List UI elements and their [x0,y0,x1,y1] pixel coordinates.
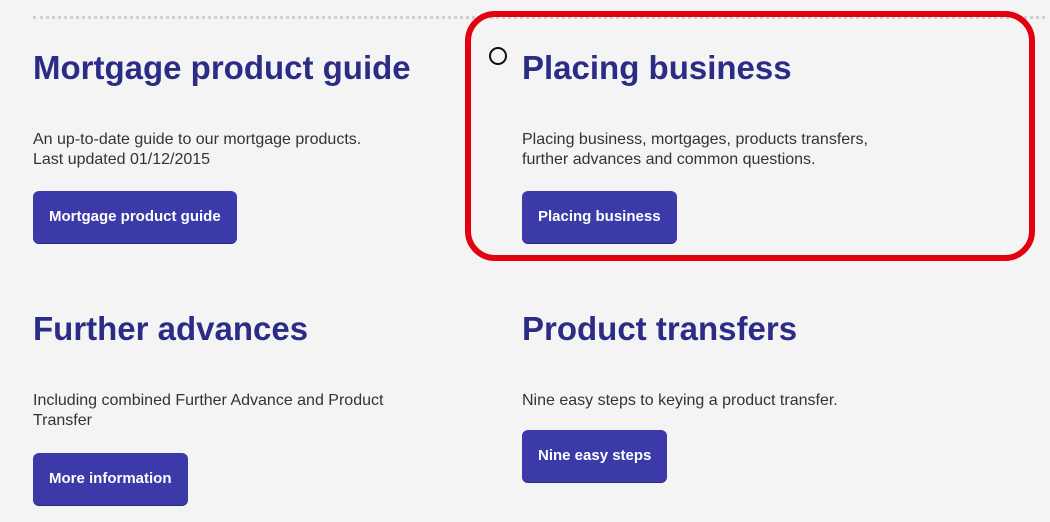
page: Mortgage product guide An up-to-date gui… [0,0,1050,522]
card-product-transfers: Product transfers Nine easy steps to key… [522,311,992,411]
card-description-line: Placing business, mortgages, products tr… [522,131,868,148]
card-description-line: further advances and common questions. [522,151,816,168]
card-placing-business: Placing business Placing business, mortg… [522,50,992,170]
card-description: Including combined Further Advance and P… [33,391,503,431]
card-description-line: Nine easy steps to keying a product tran… [522,392,838,409]
section-divider [33,16,1045,19]
card-title: Mortgage product guide [33,49,411,86]
card-title: Placing business [522,49,792,86]
card-description-line: Including combined Further Advance and P… [33,392,384,409]
placing-business-button[interactable]: Placing business [522,191,677,243]
card-title: Product transfers [522,310,798,347]
card-further-advances: Further advances Including combined Furt… [33,311,503,431]
card-description-line: Transfer [33,412,92,429]
card-description-line: Last updated 01/12/2015 [33,151,211,168]
card-description: Nine easy steps to keying a product tran… [522,391,992,411]
card-title: Further advances [33,310,309,347]
card-description: Placing business, mortgages, products tr… [522,130,992,170]
more-information-button[interactable]: More information [33,453,188,505]
nine-easy-steps-button[interactable]: Nine easy steps [522,430,668,482]
card-description: An up-to-date guide to our mortgage prod… [33,130,503,170]
card-mortgage-product-guide: Mortgage product guide An up-to-date gui… [33,50,503,170]
cursor-ring-icon [489,47,507,65]
card-description-line: An up-to-date guide to our mortgage prod… [33,131,362,148]
mortgage-product-guide-button[interactable]: Mortgage product guide [33,191,237,243]
